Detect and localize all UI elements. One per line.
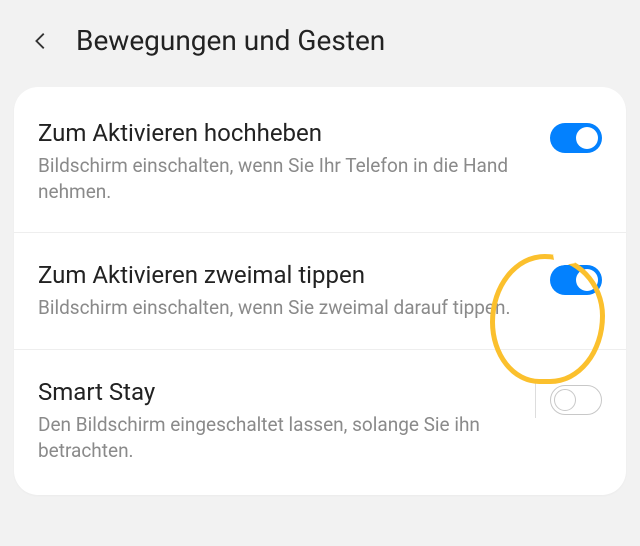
setting-lift-to-wake[interactable]: Zum Aktivieren hochheben Bildschirm eins… (14, 91, 626, 233)
back-button[interactable] (30, 26, 60, 56)
toggle-divider (535, 382, 536, 418)
setting-text: Zum Aktivieren hochheben Bildschirm eins… (38, 119, 550, 204)
toggle-lift-to-wake[interactable] (550, 123, 602, 153)
toggle-smart-stay[interactable] (550, 385, 602, 415)
setting-desc: Den Bildschirm eingeschaltet lassen, sol… (38, 412, 519, 463)
setting-double-tap-wake[interactable]: Zum Aktivieren zweimal tippen Bildschirm… (14, 233, 626, 350)
toggle-wrap (550, 265, 602, 295)
setting-title: Zum Aktivieren zweimal tippen (38, 261, 534, 289)
settings-card: Zum Aktivieren hochheben Bildschirm eins… (14, 87, 626, 495)
toggle-wrap (535, 382, 602, 418)
setting-desc: Bildschirm einschalten, wenn Sie zweimal… (38, 295, 534, 321)
toggle-wrap (550, 123, 602, 153)
header: Bewegungen und Gesten (0, 0, 640, 77)
toggle-knob (576, 269, 598, 291)
chevron-left-icon (30, 30, 52, 52)
page-title: Bewegungen und Gesten (76, 24, 385, 57)
toggle-knob (554, 389, 576, 411)
setting-desc: Bildschirm einschalten, wenn Sie Ihr Tel… (38, 153, 534, 204)
setting-text: Zum Aktivieren zweimal tippen Bildschirm… (38, 261, 550, 321)
setting-smart-stay[interactable]: Smart Stay Den Bildschirm eingeschaltet … (14, 350, 626, 491)
setting-title: Smart Stay (38, 378, 519, 406)
setting-title: Zum Aktivieren hochheben (38, 119, 534, 147)
toggle-knob (576, 127, 598, 149)
setting-text: Smart Stay Den Bildschirm eingeschaltet … (38, 378, 535, 463)
toggle-double-tap-wake[interactable] (550, 265, 602, 295)
